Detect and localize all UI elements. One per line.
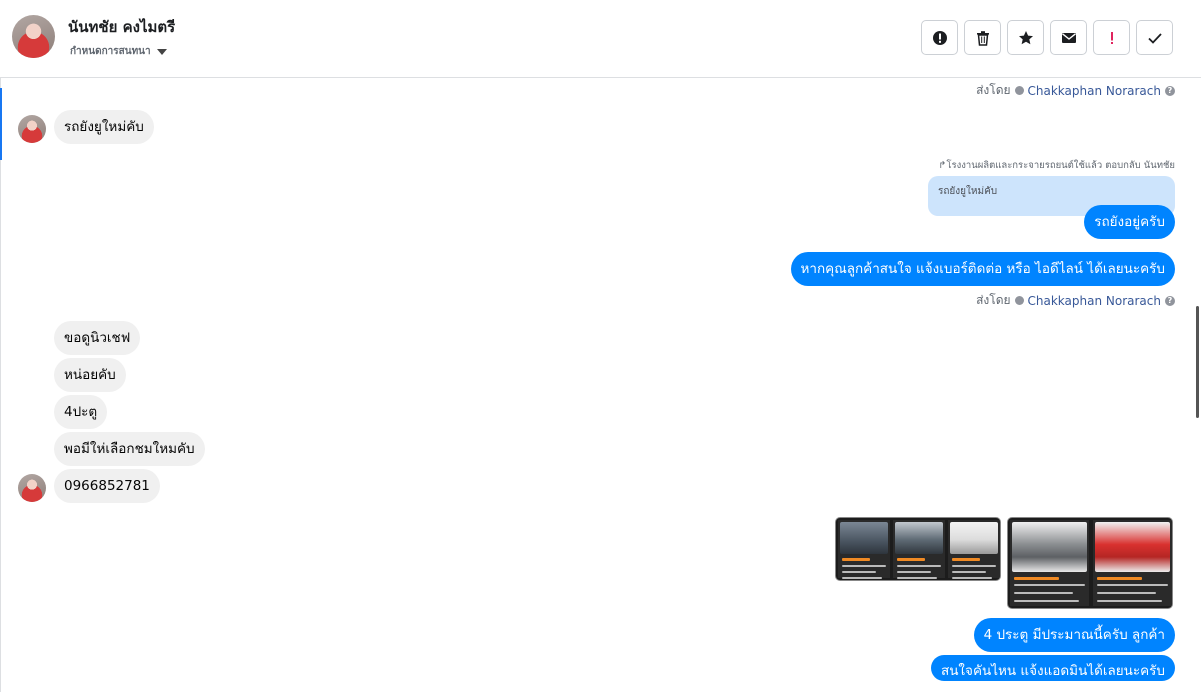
incoming-message[interactable]: รถยังยูใหม่คับ bbox=[54, 110, 154, 144]
outgoing-message[interactable]: หากคุณลูกค้าสนใจ แจ้งเบอร์ติดต่อ หรือ ไอ… bbox=[790, 252, 1175, 286]
header-toolbar bbox=[921, 20, 1173, 55]
mark-done-button[interactable] bbox=[1136, 20, 1173, 55]
trash-icon bbox=[976, 30, 989, 46]
incoming-message[interactable]: 0966852781 bbox=[54, 469, 160, 503]
sender-link[interactable]: Chakkaphan Norarach bbox=[1028, 294, 1161, 308]
sent-by-label: ส่งโดย Chakkaphan Norarach ? bbox=[976, 291, 1175, 310]
help-icon[interactable]: ? bbox=[1165, 295, 1175, 306]
reply-context-label: ↱โรงงานผลิตและกระจายรถยนต์ใช้แล้ว ตอบกลั… bbox=[938, 160, 1175, 171]
active-indicator bbox=[0, 88, 2, 160]
exclamation-icon bbox=[1110, 31, 1113, 44]
verified-icon bbox=[1014, 296, 1024, 305]
contact-name[interactable]: นันทชัย คงไมตรี bbox=[68, 15, 175, 39]
verified-icon bbox=[1014, 86, 1024, 95]
incoming-message[interactable]: พอมีให่เลือกชมใหมคับ bbox=[54, 432, 205, 466]
outgoing-message[interactable]: รถยังอยู่ครับ bbox=[1084, 205, 1175, 239]
incoming-message[interactable]: หน่อยคับ bbox=[54, 358, 126, 392]
mark-unread-button[interactable] bbox=[1050, 20, 1087, 55]
sent-by-label: ส่งโดย Chakkaphan Norarach ? bbox=[976, 81, 1175, 100]
important-button[interactable] bbox=[1093, 20, 1130, 55]
delete-button[interactable] bbox=[964, 20, 1001, 55]
assign-conversation-dropdown[interactable]: กำหนดการสนทนา bbox=[70, 44, 167, 59]
incoming-message[interactable]: ขอดูนิวเชฟ bbox=[54, 321, 141, 355]
mail-icon bbox=[1061, 32, 1076, 43]
spam-icon bbox=[932, 30, 947, 45]
star-button[interactable] bbox=[1007, 20, 1044, 55]
sent-by-prefix: ส่งโดย bbox=[976, 83, 1011, 97]
star-icon bbox=[1018, 30, 1033, 44]
spam-button[interactable] bbox=[921, 20, 958, 55]
scrollbar-thumb[interactable] bbox=[1196, 306, 1199, 418]
photo-attachment[interactable] bbox=[1007, 517, 1173, 609]
help-icon[interactable]: ? bbox=[1165, 85, 1175, 96]
incoming-message[interactable]: 4ปะตู bbox=[54, 395, 108, 429]
sent-by-prefix: ส่งโดย bbox=[976, 293, 1011, 307]
contact-avatar-small[interactable] bbox=[18, 115, 46, 143]
check-icon bbox=[1147, 32, 1162, 44]
photo-attachment[interactable] bbox=[835, 517, 1001, 581]
contact-avatar[interactable] bbox=[12, 15, 55, 58]
outgoing-message[interactable]: สนใจคันไหน แจ้งแอดมินได้เลยนะครับ bbox=[930, 655, 1175, 681]
conversation-header: นันทชัย คงไมตรี กำหนดการสนทนา bbox=[0, 0, 1201, 78]
contact-avatar-small[interactable] bbox=[18, 474, 46, 502]
assign-label: กำหนดการสนทนา bbox=[70, 46, 151, 57]
caret-down-icon bbox=[156, 48, 167, 55]
sender-link[interactable]: Chakkaphan Norarach bbox=[1028, 84, 1161, 98]
outgoing-message[interactable]: 4 ประตู มีประมาณนี้ครับ ลูกค้า bbox=[973, 618, 1175, 652]
